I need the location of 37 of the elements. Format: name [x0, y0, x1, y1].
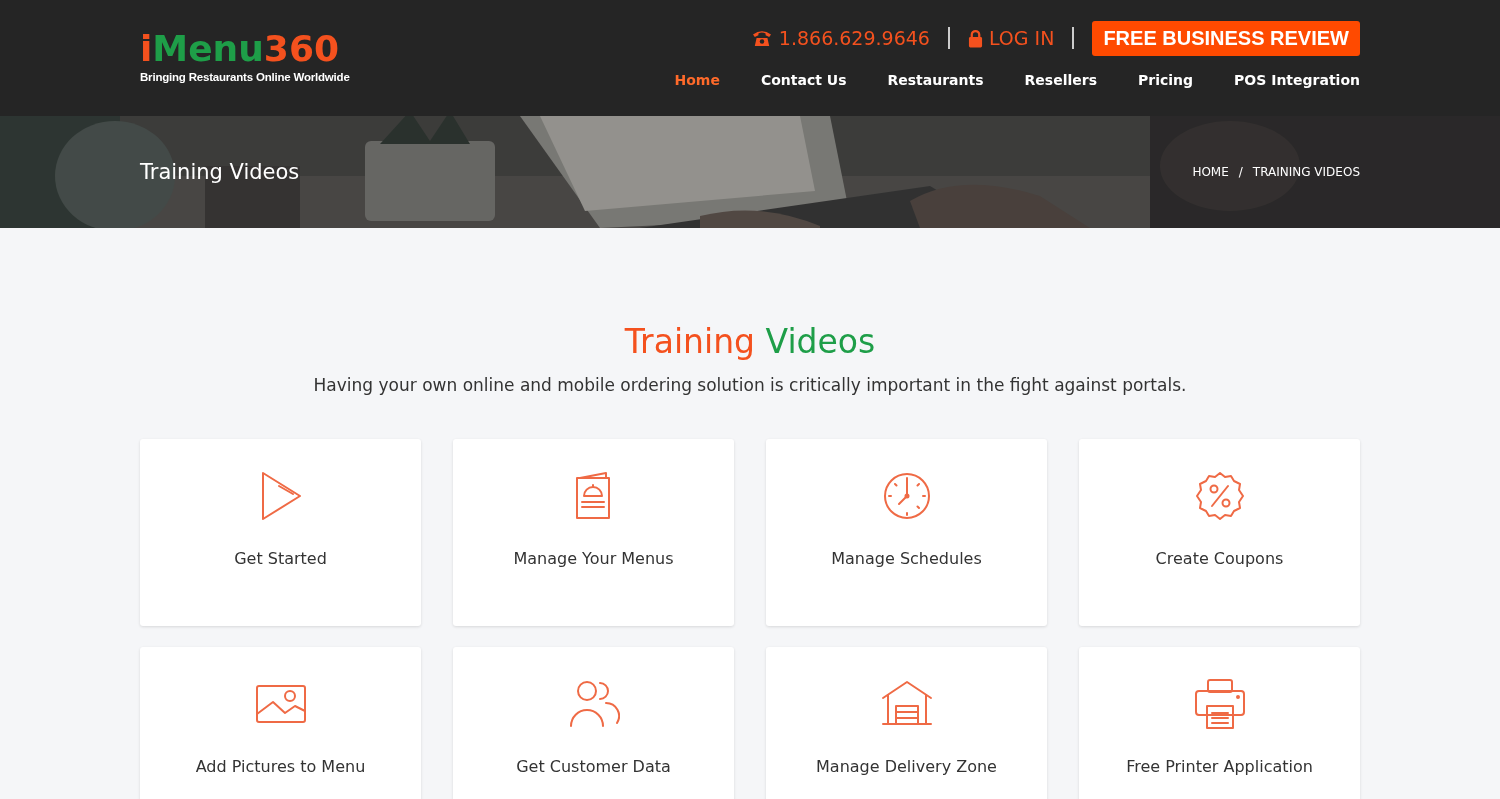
video-card[interactable]: Create Coupons [1079, 439, 1360, 626]
nav-link[interactable]: POS Integration [1234, 72, 1360, 88]
printer-icon [1193, 678, 1246, 730]
nav-link[interactable]: Resellers [1024, 72, 1097, 88]
video-card[interactable]: Add Pictures to Menu [140, 647, 421, 799]
section-heading: Training Videos [623, 322, 877, 361]
card-title: Get Customer Data [516, 757, 671, 776]
card-title: Add Pictures to Menu [195, 757, 366, 776]
page-title: Training Videos [140, 160, 300, 184]
phone-icon [750, 29, 773, 47]
section-subtitle: Having your own online and mobile ordering solution is critically important in the fight against portals. [312, 375, 1188, 395]
breadcrumb-separator: / [1238, 165, 1243, 179]
card-title: Manage Delivery Zone [816, 757, 997, 776]
card-title: Free Printer Application [1126, 757, 1313, 776]
login-link[interactable]: LOG IN [988, 27, 1055, 49]
video-card[interactable]: Get Customer Data [453, 647, 734, 799]
video-card[interactable]: Get Started [140, 439, 421, 626]
video-card[interactable]: Manage Delivery Zone [766, 647, 1047, 799]
discount-badge-icon [1193, 470, 1246, 522]
video-card[interactable]: Free Printer Application [1079, 647, 1360, 799]
card-title: Manage Schedules [831, 549, 982, 568]
nav-link[interactable]: Contact Us [760, 72, 847, 88]
card-title: Get Started [234, 549, 327, 568]
logo-text[interactable]: iMenu360 [140, 30, 339, 68]
card-title: Create Coupons [1155, 549, 1284, 568]
users-icon [567, 678, 620, 730]
breadcrumb-current: TRAINING VIDEOS [1252, 165, 1360, 179]
nav-link[interactable]: Restaurants [887, 72, 984, 88]
card-title: Manage Your Menus [513, 549, 674, 568]
logo-tagline: Bringing Restaurants Online Worldwide [140, 71, 350, 83]
phone-number[interactable]: 1.866.629.9646 [778, 27, 930, 49]
breadcrumb-link[interactable]: HOME [1192, 165, 1229, 179]
lock-icon [967, 28, 983, 48]
video-card[interactable]: Manage Schedules [766, 439, 1047, 626]
video-card[interactable]: Manage Your Menus [453, 439, 734, 626]
nav-link[interactable]: Home [674, 72, 720, 88]
nav-link[interactable]: Pricing [1138, 72, 1194, 88]
